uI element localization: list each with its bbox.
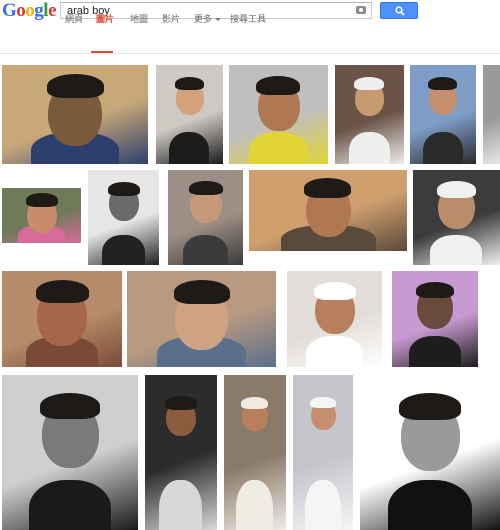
figure-body: [305, 480, 341, 530]
image-result-boy-tribal-dress[interactable]: [224, 375, 286, 530]
image-result-boy-checkered-scarf[interactable]: [410, 65, 476, 164]
figure-hair: [189, 181, 223, 195]
figure-hair: [354, 77, 384, 90]
figure-hair: [26, 193, 58, 207]
figure-hair: [416, 282, 454, 298]
google-logo[interactable]: Google: [2, 0, 56, 23]
figure-hair: [304, 178, 351, 198]
tab-more[interactable]: 更多: [194, 14, 222, 24]
tab-videos[interactable]: 影片: [162, 14, 180, 24]
figure-body: [306, 336, 363, 367]
figure-hair: [256, 76, 300, 95]
figure-hair: [40, 393, 100, 419]
image-result-bw-curly-boy[interactable]: [360, 375, 500, 530]
figure-body: [430, 235, 482, 265]
figure-body: [29, 480, 111, 530]
image-result-boy-in-suit-drinking[interactable]: [156, 65, 223, 164]
figure-body: [159, 480, 202, 530]
figure-hair: [165, 396, 197, 410]
figure-hair: [174, 280, 230, 304]
figure-hair: [399, 393, 461, 420]
figure-body: [183, 235, 228, 265]
image-result-child-orange-sepia[interactable]: [2, 271, 122, 367]
image-result-two-boys-classroom[interactable]: [127, 271, 276, 367]
figure-hair: [428, 77, 457, 90]
image-result-partial-bw[interactable]: [483, 65, 500, 164]
image-result-boy-light-brown[interactable]: [168, 170, 243, 265]
chevron-down-icon: [215, 18, 222, 22]
logo-letter: o: [25, 0, 35, 21]
active-tab-indicator: [91, 51, 113, 53]
image-result-young-man-yellow-shirt[interactable]: [229, 65, 328, 164]
tab-more-label: 更多: [194, 14, 213, 24]
logo-letter: G: [2, 0, 17, 21]
figure-body: [349, 132, 390, 164]
tab-bar: [0, 24, 500, 54]
image-background: [483, 65, 500, 164]
search-button[interactable]: [380, 2, 418, 19]
image-result-bw-child-veil[interactable]: [88, 170, 159, 265]
figure-body: [409, 336, 461, 367]
image-result-young-man-purple-bg[interactable]: [392, 271, 478, 367]
tab-images[interactable]: 圖片: [96, 14, 114, 24]
figure-body: [102, 235, 145, 265]
image-result-boy-white-kufi[interactable]: [413, 170, 500, 265]
logo-letter: e: [48, 0, 56, 21]
image-result-bw-man-glasses[interactable]: [2, 375, 138, 530]
figure-hair: [47, 74, 104, 98]
tab-search-tools[interactable]: 搜尋工具: [230, 14, 266, 24]
image-results-grid: [0, 62, 500, 530]
image-result-man-desert-lying[interactable]: [249, 170, 407, 251]
image-result-smiling-boy-blue-shirt[interactable]: [2, 65, 148, 164]
figure-body: [388, 480, 472, 530]
logo-letter: g: [34, 0, 44, 21]
figure-hair: [36, 280, 89, 303]
image-result-boy-dark-bg-smile[interactable]: [145, 375, 217, 530]
search-icon: [395, 6, 405, 16]
figure-hair: [314, 282, 356, 300]
figure-body: [236, 480, 273, 530]
logo-letter: o: [16, 0, 26, 21]
image-result-boy-patterned-kufi[interactable]: [287, 271, 382, 367]
figure-body: [249, 132, 308, 164]
camera-icon[interactable]: [356, 6, 366, 14]
image-result-girl-pink-scarf[interactable]: [2, 188, 81, 243]
figure-hair: [108, 182, 140, 196]
image-result-boy-white-robe[interactable]: [293, 375, 353, 530]
figure-hair: [437, 181, 476, 198]
figure-hair: [175, 77, 204, 90]
image-result-boy-white-headscarf[interactable]: [335, 65, 404, 164]
figure-body: [423, 132, 463, 164]
tab-web[interactable]: 網頁: [65, 14, 83, 24]
figure-hair: [310, 397, 336, 408]
tab-maps[interactable]: 地圖: [130, 14, 148, 24]
figure-body: [169, 132, 209, 164]
figure-hair: [241, 397, 268, 409]
